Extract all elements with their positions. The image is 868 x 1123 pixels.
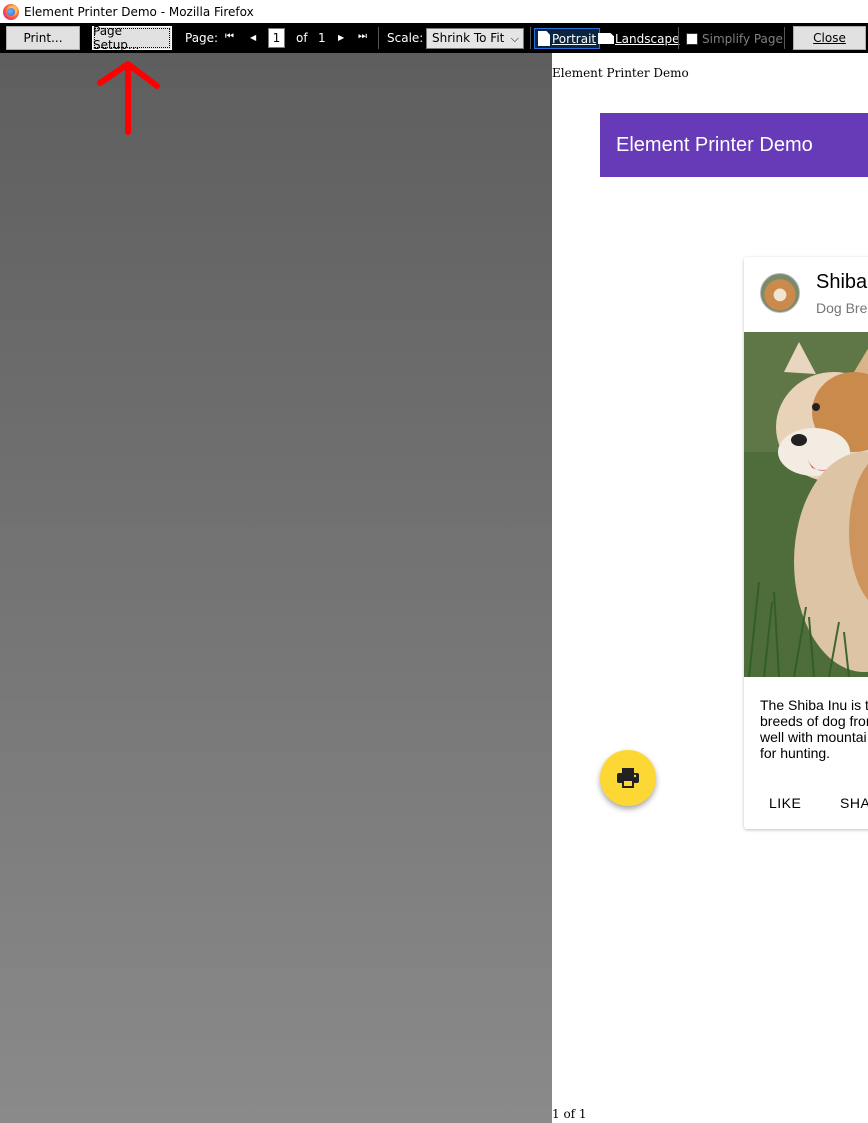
card-text: The Shiba Inu is t breeds of dog fror we… bbox=[760, 697, 868, 761]
scale-select-value: Shrink To Fit bbox=[432, 31, 505, 45]
card-image bbox=[744, 332, 868, 677]
card-title: Shiba bbox=[816, 271, 868, 293]
page-footer-text: 1 of 1 bbox=[552, 1107, 587, 1121]
previous-page-icon[interactable]: ◀ bbox=[250, 33, 256, 42]
card-text-line: for hunting. bbox=[760, 745, 831, 761]
firefox-logo-icon bbox=[3, 3, 19, 20]
close-button[interactable]: Close bbox=[793, 26, 866, 50]
next-page-icon[interactable]: ▶ bbox=[338, 33, 344, 42]
dog-card: Shiba Dog Bre The Shiba Inu is t breeds … bbox=[744, 257, 868, 829]
scale-label: Scale: bbox=[387, 31, 424, 45]
toolbar-separator bbox=[784, 27, 785, 49]
checkbox-icon bbox=[686, 32, 698, 45]
page-total: 1 bbox=[318, 31, 326, 45]
app-bar-title: Element Printer Demo bbox=[616, 133, 813, 156]
page-label: Page: bbox=[185, 31, 219, 45]
portrait-toggle[interactable]: Portrait bbox=[534, 28, 601, 49]
print-fab-button[interactable] bbox=[600, 750, 656, 806]
print-icon bbox=[617, 768, 639, 788]
portrait-label: Portrait bbox=[552, 31, 597, 46]
preview-background bbox=[0, 53, 552, 1123]
card-subtitle: Dog Bre bbox=[816, 300, 868, 316]
window-title-bar: Element Printer Demo - Mozilla Firefox bbox=[0, 0, 868, 23]
page-of-label: of bbox=[296, 31, 308, 45]
page-number-input[interactable]: 1 bbox=[268, 28, 285, 48]
avatar bbox=[760, 273, 800, 313]
toolbar-separator bbox=[530, 27, 531, 49]
like-button[interactable]: LIKE bbox=[769, 795, 801, 811]
card-text-line: well with mountai bbox=[760, 729, 867, 745]
window-title: Element Printer Demo - Mozilla Firefox bbox=[24, 4, 254, 19]
page-setup-button-label: Page Setup... bbox=[93, 24, 140, 52]
landscape-label: Landscape bbox=[615, 31, 680, 46]
close-button-label: Close bbox=[813, 31, 846, 45]
print-button[interactable]: Print... bbox=[6, 26, 80, 50]
chevron-down-icon: ⌵ bbox=[510, 32, 519, 45]
landscape-toggle[interactable]: Landscape bbox=[597, 28, 679, 49]
portrait-page-icon bbox=[538, 31, 550, 46]
simplify-page-checkbox[interactable]: Simplify Page bbox=[686, 28, 783, 49]
scale-select[interactable]: Shrink To Fit ⌵ bbox=[426, 28, 524, 49]
app-bar: Element Printer Demo bbox=[600, 113, 868, 177]
card-text-line: breeds of dog fror bbox=[760, 713, 868, 729]
landscape-page-icon bbox=[598, 33, 614, 44]
shiba-photo bbox=[744, 332, 868, 677]
share-button[interactable]: SHA bbox=[840, 795, 868, 811]
red-arrow-annotation-icon bbox=[97, 61, 160, 135]
print-button-label: Print... bbox=[23, 31, 63, 45]
simplify-page-label: Simplify Page bbox=[702, 31, 783, 46]
page-header-text: Element Printer Demo bbox=[552, 66, 689, 80]
print-preview-toolbar: Print... Page Setup... Page: ⏮ ◀ 1 of 1 … bbox=[0, 23, 868, 53]
last-page-icon[interactable]: ⏭ bbox=[358, 31, 367, 42]
toolbar-separator bbox=[378, 27, 379, 49]
preview-page: Element Printer Demo Element Printer Dem… bbox=[552, 65, 868, 1123]
first-page-icon[interactable]: ⏮ bbox=[225, 31, 234, 42]
page-setup-button[interactable]: Page Setup... bbox=[92, 24, 172, 52]
card-text-line: The Shiba Inu is t bbox=[760, 697, 868, 713]
toolbar-separator bbox=[678, 27, 679, 49]
